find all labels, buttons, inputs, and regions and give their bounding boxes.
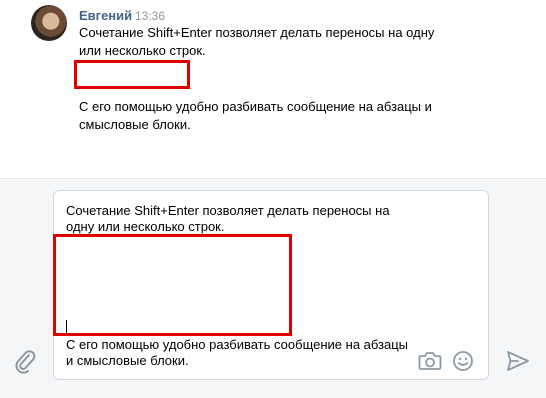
text-caret [66,320,67,334]
message-line: Сочетание Shift+Enter позволяет делать п… [79,25,435,40]
paperclip-icon[interactable] [14,349,36,375]
avatar[interactable] [31,5,67,41]
highlight-box [53,234,292,336]
send-icon[interactable] [505,349,531,373]
highlight-box [74,60,190,89]
message-line: смысловые блоки. [79,117,191,132]
message-line: или несколько строк. [79,43,206,58]
message-time[interactable]: 13:36 [135,9,165,23]
message-line: С его помощью удобно разбивать сообщение… [79,99,432,114]
message-history: Евгений 13:36 Сочетание Shift+Enter позв… [0,0,546,178]
composer-line[interactable]: и смысловые блоки. [66,352,189,370]
smile-icon[interactable] [452,350,474,372]
camera-icon[interactable] [418,350,442,372]
message-author[interactable]: Евгений [79,8,132,23]
